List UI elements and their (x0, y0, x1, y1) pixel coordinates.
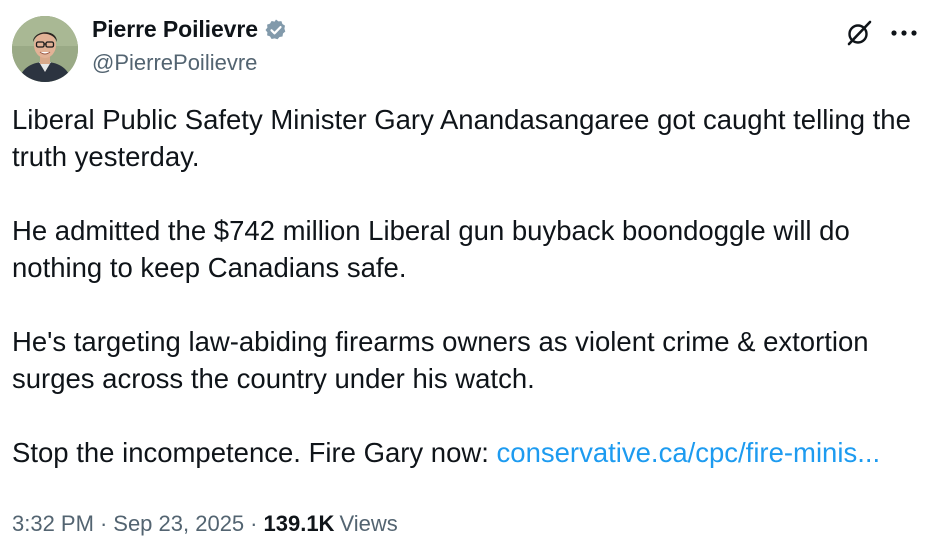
tweet-paragraph: Liberal Public Safety Minister Gary Anan… (12, 104, 911, 172)
tweet-paragraph: He admitted the $742 million Liberal gun… (12, 215, 850, 283)
author-avatar[interactable] (12, 16, 78, 82)
tweet-text: Liberal Public Safety Minister Gary Anan… (12, 101, 917, 471)
tweet-paragraph-text: Stop the incompetence. Fire Gary now: (12, 437, 497, 468)
tweet-date[interactable]: Sep 23, 2025 (113, 511, 244, 537)
author-display-name[interactable]: Pierre Poilievre (92, 16, 258, 43)
tweet-card: Pierre Poilievre @PierrePoilievre Libera… (0, 0, 932, 548)
author-handle[interactable]: @PierrePoilievre (92, 50, 257, 76)
meta-separator: · (99, 511, 108, 536)
tweet-paragraph: He's targeting law-abiding firearms owne… (12, 326, 869, 394)
meta-separator: · (250, 511, 258, 536)
more-options-icon[interactable] (890, 15, 918, 41)
verified-badge-icon (264, 18, 288, 42)
views-count: 139.1K (263, 511, 335, 536)
avatar-photo (12, 16, 78, 82)
tweet-time[interactable]: 3:32 PM (12, 511, 94, 537)
tweet-top-actions (844, 18, 918, 48)
tweet-metadata: 3:32 PM · Sep 23, 2025 · 139.1K Views (12, 511, 398, 537)
views-label: Views (339, 511, 398, 536)
grok-icon[interactable] (844, 18, 874, 48)
author-name-row: Pierre Poilievre (92, 16, 288, 43)
tweet-paragraph-last: Stop the incompetence. Fire Gary now: co… (12, 434, 917, 471)
tweet-link[interactable]: conservative.ca/cpc/fire-minis... (497, 437, 881, 468)
